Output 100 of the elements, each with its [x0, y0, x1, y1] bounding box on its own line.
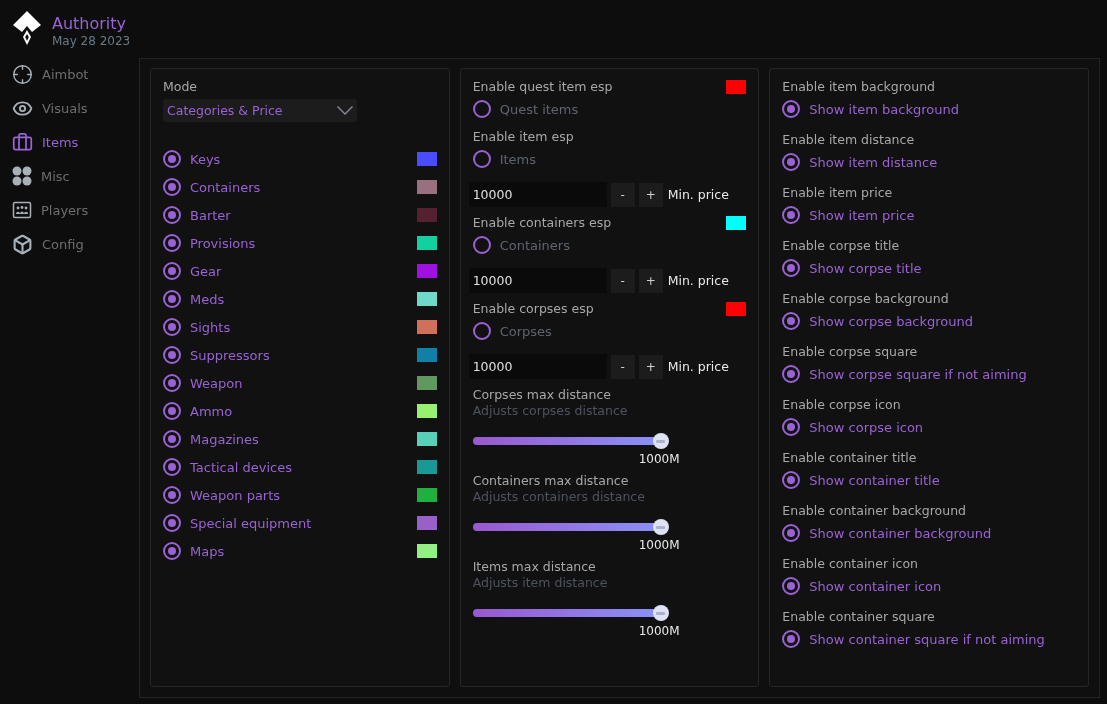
radio-button[interactable] [163, 346, 181, 364]
color-swatch[interactable] [416, 404, 437, 418]
briefcase-icon [12, 131, 33, 153]
slider-description: Adjusts corpses distance [472, 403, 629, 419]
radio-button[interactable] [163, 318, 181, 336]
chevron-down-icon [337, 106, 353, 115]
setting-title: Enable quest item esp [472, 79, 613, 95]
radio-button[interactable] [782, 418, 801, 436]
option-label: Quest items [499, 101, 579, 117]
nav-item[interactable]: Items [12, 125, 139, 159]
increment-button[interactable]: + [638, 268, 663, 293]
color-swatch[interactable] [416, 516, 437, 530]
setting-title: Enable container background [782, 503, 968, 519]
radio-button[interactable] [163, 542, 181, 560]
nav-item[interactable]: Players [12, 193, 139, 227]
radio-button[interactable] [472, 236, 491, 254]
radio-button[interactable] [782, 577, 801, 595]
color-swatch[interactable] [726, 302, 747, 316]
radio-button[interactable] [782, 312, 801, 330]
radio-button[interactable] [163, 290, 181, 308]
radio-button[interactable] [782, 153, 801, 171]
category-label: Barter [190, 207, 231, 223]
setting-title: Enable container icon [782, 556, 919, 572]
slider-thumb[interactable] [652, 605, 669, 621]
color-swatch[interactable] [416, 348, 437, 362]
decrement-button[interactable]: - [610, 268, 635, 293]
price-input[interactable]: 10000 [468, 182, 607, 207]
color-swatch[interactable] [416, 432, 437, 446]
color-swatch[interactable] [416, 152, 437, 166]
color-swatch[interactable] [416, 488, 437, 502]
nav-item[interactable]: Visuals [12, 91, 139, 125]
nav-item[interactable]: Config [12, 227, 139, 261]
radio-button[interactable] [163, 402, 181, 420]
color-swatch[interactable] [416, 180, 437, 194]
logo-icon [12, 10, 42, 46]
color-swatch[interactable] [416, 320, 437, 334]
color-swatch[interactable] [726, 80, 747, 94]
setting-title: Enable corpse background [782, 291, 950, 307]
price-label: Min. price [667, 273, 729, 288]
price-input[interactable]: 10000 [468, 354, 607, 379]
decrement-button[interactable]: - [610, 354, 635, 379]
radio-button[interactable] [782, 100, 801, 118]
slider-thumb[interactable] [652, 519, 669, 535]
price-input[interactable]: 10000 [468, 268, 607, 293]
radio-button[interactable] [163, 430, 181, 448]
nav-label: Aimbot [42, 66, 89, 82]
radio-button[interactable] [782, 630, 801, 648]
color-swatch[interactable] [416, 264, 437, 278]
grid-icon [12, 166, 32, 186]
radio-button[interactable] [472, 322, 491, 340]
setting-title: Enable containers esp [472, 215, 612, 231]
mode-dropdown[interactable]: Categories & Price [163, 99, 357, 122]
category-label: Ammo [190, 403, 233, 419]
category-label: Provisions [190, 235, 256, 251]
radio-button[interactable] [163, 458, 181, 476]
option-label: Show corpse title [809, 260, 922, 276]
radio-button[interactable] [472, 100, 491, 118]
color-swatch[interactable] [416, 376, 437, 390]
radio-button[interactable] [163, 514, 181, 532]
nav-item[interactable]: Aimbot [12, 57, 139, 91]
radio-button[interactable] [782, 259, 801, 277]
radio-button[interactable] [163, 234, 181, 252]
radio-button[interactable] [163, 150, 181, 168]
option-label: Show item distance [809, 154, 938, 170]
decrement-button[interactable]: - [610, 182, 635, 207]
radio-button[interactable] [782, 365, 801, 383]
option-label: Show container square if not aiming [809, 631, 1045, 647]
color-swatch[interactable] [416, 208, 437, 222]
radio-button[interactable] [163, 486, 181, 504]
category-label: Tactical devices [190, 459, 292, 475]
nav-item[interactable]: Misc [12, 159, 139, 193]
radio-button[interactable] [782, 206, 801, 224]
increment-button[interactable]: + [638, 354, 663, 379]
nav-label: Misc [41, 168, 70, 184]
color-swatch[interactable] [416, 292, 437, 306]
setting-title: Enable item esp [472, 129, 574, 145]
category-label: Sights [190, 319, 231, 335]
radio-button[interactable] [782, 524, 801, 542]
slider-thumb[interactable] [652, 433, 669, 449]
radio-button[interactable] [163, 206, 181, 224]
crosshair-icon [12, 63, 33, 85]
color-swatch[interactable] [416, 460, 437, 474]
cube-icon [12, 233, 33, 255]
category-label: Meds [190, 291, 225, 307]
option-label: Show item price [809, 207, 915, 223]
setting-title: Enable item background [782, 79, 937, 95]
nav-label: Items [42, 134, 79, 150]
slider-value: 1000M [638, 623, 680, 639]
radio-button[interactable] [163, 262, 181, 280]
radio-button[interactable] [163, 178, 181, 196]
radio-button[interactable] [163, 374, 181, 392]
increment-button[interactable]: + [638, 182, 663, 207]
color-swatch[interactable] [416, 544, 437, 558]
build-date: May 28 2023 [52, 34, 131, 49]
color-swatch[interactable] [416, 236, 437, 250]
radio-button[interactable] [472, 150, 491, 168]
color-swatch[interactable] [726, 216, 747, 230]
slider-description: Adjusts containers distance [472, 489, 646, 505]
radio-button[interactable] [782, 471, 801, 489]
slider-value: 1000M [638, 537, 680, 553]
